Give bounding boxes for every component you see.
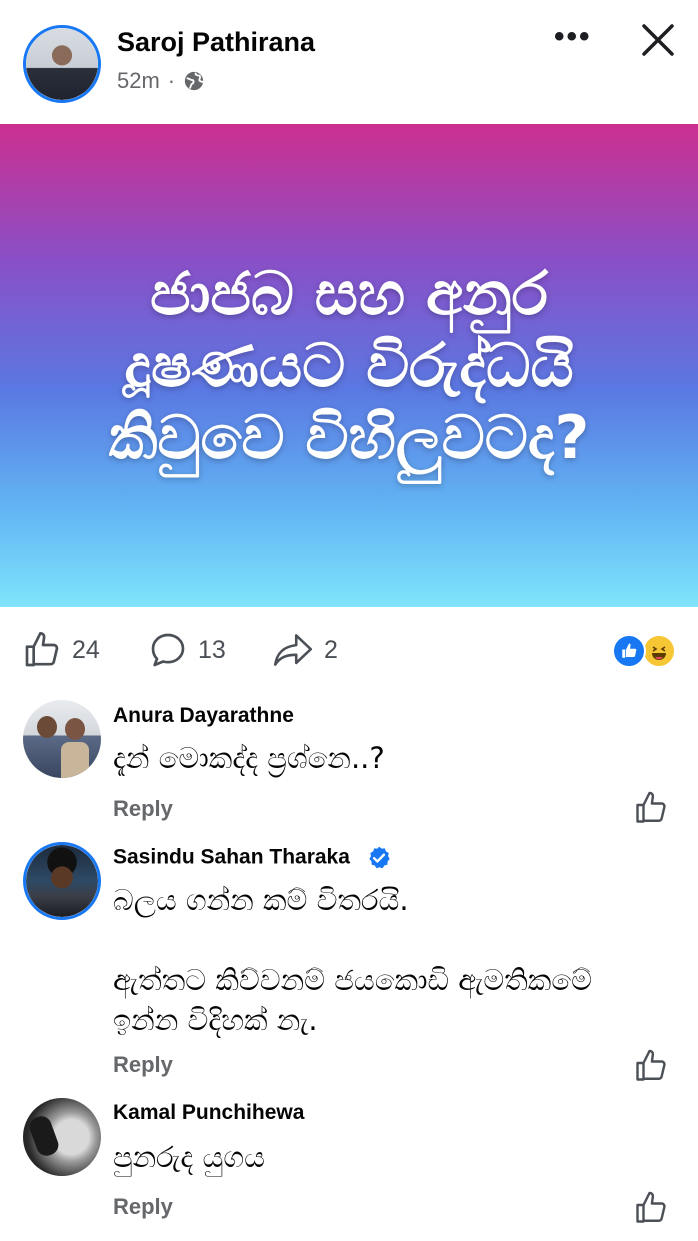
banner-text: ජාජබ සහ අනුර දූෂණයට විරුද්ධයි කිවුවෙ විහ… (108, 258, 590, 473)
commenter-name[interactable]: Sasindu Sahan Tharaka (113, 845, 392, 871)
commenter-avatar[interactable] (23, 842, 101, 920)
comment-like-button[interactable] (633, 1048, 669, 1089)
share-icon (273, 634, 313, 666)
comment-like-icon (636, 1191, 666, 1223)
post-banner[interactable]: ජාජබ සහ අනුර දූෂණයට විරුද්ධයි කිවුවෙ විහ… (0, 124, 698, 607)
comment-like-button[interactable] (633, 790, 669, 831)
close-button[interactable] (640, 22, 676, 58)
comment-like-icon (636, 1049, 666, 1081)
like-action[interactable]: 24 (22, 630, 100, 670)
shares-count: 2 (324, 635, 338, 664)
verified-badge-icon (369, 846, 390, 869)
reply-button[interactable]: Reply (113, 796, 173, 822)
reaction-summary[interactable] (612, 634, 678, 668)
haha-reaction-icon (642, 634, 676, 668)
author-name[interactable]: Saroj Pathirana (117, 27, 315, 58)
post-time[interactable]: 52m (117, 68, 160, 94)
share-action[interactable]: 2 (272, 630, 338, 670)
commenter-avatar[interactable] (23, 1098, 101, 1176)
comment-like-icon (636, 791, 666, 823)
comment-text: බලය ගන්න කම් විතරයි. ඇත්තට කිව්වනම් ජයකො… (113, 883, 592, 1037)
comments-count: 13 (198, 635, 226, 664)
comment-icon (151, 633, 185, 667)
post-meta: 52m · (117, 68, 205, 94)
reply-button[interactable]: Reply (113, 1052, 173, 1078)
more-options-button[interactable]: ••• (554, 22, 592, 52)
commenter-name[interactable]: Kamal Punchihewa (113, 1101, 304, 1125)
more-icon: ••• (554, 20, 592, 53)
reactions-count: 24 (72, 635, 100, 664)
like-icon (25, 632, 59, 667)
comment-like-button[interactable] (633, 1190, 669, 1231)
comment-action[interactable]: 13 (148, 630, 226, 670)
commenter-name[interactable]: Anura Dayarathne (113, 704, 294, 728)
commenter-name-text[interactable]: Sasindu Sahan Tharaka (113, 846, 350, 869)
comment-text: පුනරුද යුගය (113, 1140, 265, 1174)
reply-button[interactable]: Reply (113, 1194, 173, 1220)
close-icon (642, 24, 674, 56)
author-avatar[interactable] (23, 25, 101, 103)
comment-text: දැන් මොකද්ද ප්‍රශ්නෙ..? (113, 741, 385, 775)
globe-icon (184, 71, 204, 91)
commenter-avatar[interactable] (23, 700, 101, 778)
meta-separator: · (167, 68, 176, 93)
like-reaction-icon (612, 634, 646, 668)
